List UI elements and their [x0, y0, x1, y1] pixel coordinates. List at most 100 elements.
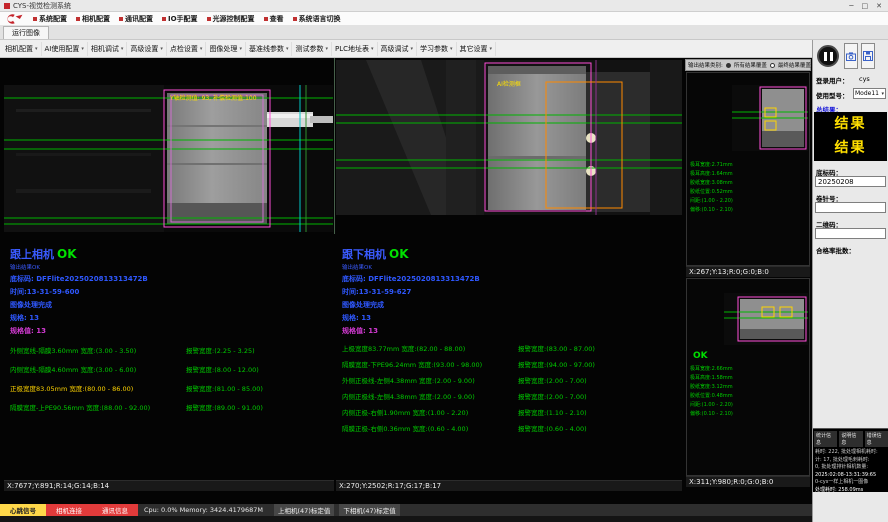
toolbar-label: 点检设置	[170, 44, 198, 54]
aux-bottom-result-status: OK	[693, 351, 708, 361]
output-mode-radio-all[interactable]	[726, 63, 731, 68]
menu-item-camera-config[interactable]: 相机配置	[76, 14, 110, 24]
toolbar-button-advanced-settings[interactable]: 高级设置▾	[127, 42, 167, 56]
right-result-title: 跟下相机 OK	[342, 246, 682, 262]
toolbar: 相机配置▾ AI使用配置▾ 相机调试▾ 高级设置▾ 点检设置▾ 图像处理▾ 基准…	[0, 40, 812, 58]
barcode-input[interactable]	[815, 176, 886, 187]
menu-item-io-config[interactable]: IO手配置	[162, 14, 198, 24]
toolbar-button-camera-debug[interactable]: 相机调试▾	[88, 42, 128, 56]
window-controls: ─ □ ✕	[849, 2, 884, 10]
aux-measure-line: 胶纸位置:0.48mm	[690, 392, 733, 401]
toolbar-label: 高级设置	[130, 44, 158, 54]
model-select[interactable]: Mode11 ▾	[853, 88, 886, 99]
aux-measure-line: 极耳高度:1.58mm	[690, 374, 733, 383]
aux-measure-line: 偏移:(0.10 - 2.10)	[690, 206, 733, 215]
toolbar-button-spot-check[interactable]: 点检设置▾	[167, 42, 207, 56]
statistics-panel: 统计信息 说明信息 错误信息 耗时: 222, 批处理相机耗时: 计: 17, …	[813, 428, 888, 492]
right-sub-result: 输出结果OK	[342, 263, 682, 271]
toolbar-label: 图像处理	[209, 44, 237, 54]
toolbar-button-learning-params[interactable]: 学习参数▾	[417, 42, 457, 56]
output-mode-option-final[interactable]: 最终结果覆盖	[778, 61, 811, 69]
menu-item-view[interactable]: 查看	[264, 14, 284, 24]
reel-number-input[interactable]	[815, 202, 886, 213]
aux-camera-panel-top[interactable]: 极耳宽度:2.71mm 极耳高度:1.64mm 胶纸宽度:3.08mm 胶纸位置…	[686, 72, 810, 266]
toolbar-button-baseline-params[interactable]: 基准线参数▾	[246, 42, 293, 56]
snapshot-camera-button[interactable]	[844, 43, 858, 69]
measurement-alarm: 报警宽度:(89.00 - 91.00)	[186, 402, 263, 412]
toolbar-button-plc-address[interactable]: PLC地址表▾	[332, 42, 378, 56]
save-image-button[interactable]	[861, 43, 875, 69]
toolbar-button-camera-config[interactable]: 相机配置▾	[2, 42, 42, 56]
chevron-down-icon: ▾	[881, 91, 884, 97]
measurement-name: 隔膜宽度-下PE96.24mm 宽度:(93.00 - 98.00)	[342, 359, 518, 369]
maximize-button[interactable]: □	[862, 2, 869, 10]
menu-item-comm-config[interactable]: 通讯配置	[119, 14, 153, 24]
menu-label: 相机配置	[82, 14, 110, 24]
measurement-row: 内侧宽线-隔膜4.60mm 宽度:(3.00 - 6.00)报警宽度:(8.00…	[10, 364, 338, 374]
measurement-row: 外侧宽线-隔膜3.60mm 宽度:(3.00 - 3.50)报警宽度:(2.25…	[10, 345, 338, 355]
minimize-button[interactable]: ─	[849, 2, 853, 10]
pause-button[interactable]	[817, 45, 839, 67]
aux-measure-line: 偏移:(0.10 - 2.10)	[690, 410, 733, 419]
aux-measure-line: 极耳宽度:2.71mm	[690, 161, 733, 170]
menu-label: 系统配置	[39, 14, 67, 24]
toolbar-button-other-settings[interactable]: 其它设置▾	[457, 42, 497, 56]
aux-bottom-camera-image	[724, 293, 808, 345]
login-user-value: cys	[859, 75, 870, 83]
measurement-name: 正极宽度83.05mm 宽度:(80.00 - 86.00)	[10, 383, 186, 393]
measurement-name: 内侧宽线-隔膜4.60mm 宽度:(3.00 - 6.00)	[10, 364, 186, 374]
close-button[interactable]: ✕	[876, 2, 882, 10]
statistics-tabs: 统计信息 说明信息 错误信息	[813, 429, 888, 449]
left-camera-image[interactable]	[4, 85, 333, 232]
menu-item-system-config[interactable]: 系统配置	[33, 14, 67, 24]
aux-top-cursor-readout: X:267;Y:13;R:0;G:0;B:0	[686, 266, 810, 277]
tab-errors[interactable]: 错误信息	[865, 431, 888, 447]
heartbeat-indicator: 心跳信号	[0, 504, 46, 516]
toolbar-button-test-params[interactable]: 测试参数▾	[292, 42, 332, 56]
measurement-alarm: 报警宽度:(0.60 - 4.00)	[518, 423, 587, 433]
aux-measure-line: 胶纸位置:0.52mm	[690, 188, 733, 197]
output-mode-bar: 输出结果类别: 所有结果覆盖 最终结果覆盖	[685, 59, 811, 71]
tab-run-image[interactable]: 运行图像	[3, 26, 49, 39]
menu-item-language-switch[interactable]: 系统语言切换	[293, 14, 341, 24]
measurement-row: 正极宽度83.05mm 宽度:(80.00 - 86.00)报警宽度:(81.0…	[10, 383, 338, 393]
camera-link-indicator: 相机连接	[46, 504, 92, 516]
stat-line: 计: 17, 批处理毛刺耗时:	[813, 457, 888, 465]
menu-bar: 系统配置 相机配置 通讯配置 IO手配置 光源控制配置 查看 系统语言切换	[0, 12, 888, 26]
toolbar-label: 基准线参数	[249, 44, 284, 54]
output-mode-radio-final[interactable]	[770, 63, 775, 68]
aux-top-camera-image	[732, 85, 808, 151]
aux-bottom-cursor-readout: X:311;Y:980;R:0;G:0;B:0	[686, 476, 810, 487]
comm-info-indicator: 通讯信息	[92, 504, 138, 516]
measurement-alarm: 报警宽度:(1.10 - 2.10)	[518, 407, 587, 417]
left-time-line: 时间:13-31-59-600	[10, 287, 338, 297]
menu-bullet-icon	[162, 17, 166, 21]
left-result-status: OK	[57, 247, 77, 261]
ai-detect-box-label: AI检测框	[497, 79, 521, 88]
qr-code-input[interactable]	[815, 228, 886, 239]
login-user-label: 登录用户：	[816, 75, 849, 85]
output-mode-option-all[interactable]: 所有结果覆盖	[734, 61, 767, 69]
toolbar-button-advanced-debug[interactable]: 高级调试▾	[378, 42, 418, 56]
tab-statistics[interactable]: 统计信息	[814, 431, 837, 447]
left-camera-name: 跟上相机	[10, 246, 54, 262]
aux-camera-panel-bottom[interactable]: OK 极耳宽度:2.66mm 极耳高度:1.58mm 胶纸宽度:3.12mm 胶…	[686, 278, 810, 476]
tab-description[interactable]: 说明信息	[839, 431, 862, 447]
right-camera-name: 跟下相机	[342, 246, 386, 262]
toolbar-button-image-process[interactable]: 图像处理▾	[206, 42, 246, 56]
toolbar-label: 学习参数	[420, 44, 448, 54]
right-measurement-table: 上极宽度83.77mm 宽度:(82.00 - 88.00)报警宽度:(83.0…	[342, 343, 682, 433]
measurement-alarm: 报警宽度:(94.00 - 97.00)	[518, 359, 595, 369]
menu-item-light-config[interactable]: 光源控制配置	[207, 14, 255, 24]
measurement-row: 隔膜宽度-上PE90.56mm 宽度:(88.00 - 92.00)报警宽度:(…	[10, 402, 338, 412]
stat-line: 0-cys一样上相机一图像	[813, 479, 888, 487]
menu-bullet-icon	[207, 17, 211, 21]
left-cursor-readout: X:7677;Y:891;R:14;G:14;B:14	[4, 480, 334, 491]
tab-strip: 运行图像	[0, 26, 888, 40]
left-measurement-table: 外侧宽线-隔膜3.60mm 宽度:(3.00 - 3.50)报警宽度:(2.25…	[10, 345, 338, 412]
measurement-row: 内侧正极线-左侧4.38mm 宽度:(2.00 - 9.00)报警宽度:(2.0…	[342, 391, 682, 401]
toolbar-button-ai-config[interactable]: AI使用配置▾	[42, 42, 88, 56]
menu-bullet-icon	[76, 17, 80, 21]
measurement-alarm: 报警宽度:(2.00 - 7.00)	[518, 391, 587, 401]
aux-measure-line: 极耳宽度:2.66mm	[690, 365, 733, 374]
